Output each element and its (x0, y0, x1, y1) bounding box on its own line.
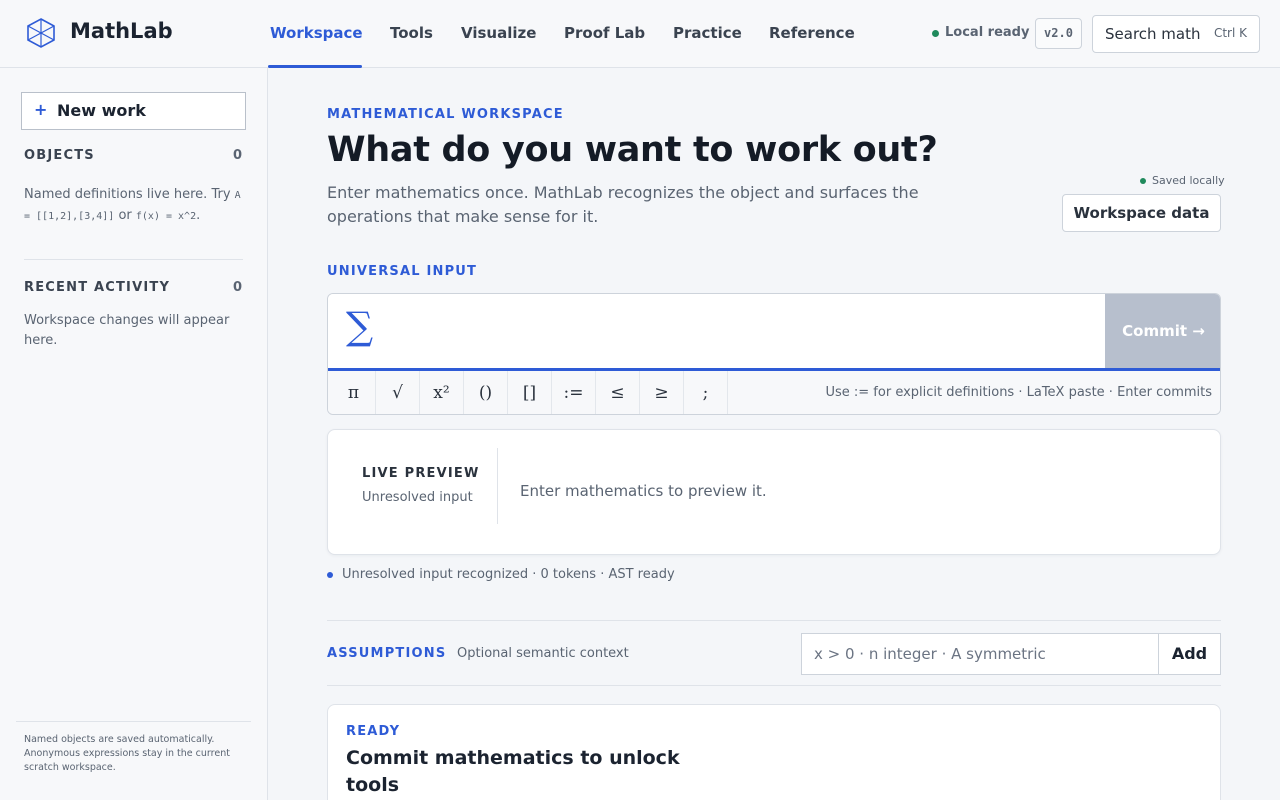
live-preview-card: LIVE PREVIEW Unresolved input Enter math… (327, 429, 1221, 555)
commit-button[interactable]: Commit → (1105, 294, 1220, 369)
parse-status: Unresolved input recognized · 0 tokens ·… (342, 567, 675, 582)
live-preview-text: Enter mathematics to preview it. (520, 482, 767, 500)
plus-icon: + (34, 100, 48, 119)
symbol-square-button[interactable]: x² (420, 371, 464, 414)
live-preview-subtitle: Unresolved input (362, 490, 473, 505)
saved-dot-icon (1140, 178, 1146, 184)
ready-label: READY (346, 724, 401, 739)
symbol-leq-button[interactable]: ≤ (596, 371, 640, 414)
universal-input-label: UNIVERSAL INPUT (327, 264, 478, 279)
active-nav-indicator (268, 65, 362, 68)
symbol-brackets-button[interactable]: [] (508, 371, 552, 414)
brand-name[interactable]: MathLab (70, 19, 173, 43)
ready-card: READY Commit mathematics to unlock tools (327, 704, 1221, 800)
top-bar: MathLab Workspace Tools Visualize Proof … (0, 0, 1280, 68)
symbol-toolbar: π √ x² () [] := ≤ ≥ ; Use := for explici… (328, 371, 1220, 414)
sigma-icon: ∑ (346, 304, 374, 348)
assumptions-row: ASSUMPTIONS Optional semantic context Ad… (327, 620, 1221, 686)
math-input[interactable] (388, 308, 1088, 354)
add-assumption-button[interactable]: Add (1158, 633, 1221, 675)
objects-help: Named definitions live here. Try A = [[1… (24, 187, 241, 223)
sidebar-footer-divider (16, 721, 251, 722)
example-function: f(x) = x^2 (135, 211, 197, 222)
universal-input-box: ∑ Commit → π √ x² () [] := ≤ ≥ ; Use := … (327, 293, 1221, 415)
status-dot-icon (932, 30, 939, 37)
sidebar: + New work OBJECTS 0 Named definitions l… (0, 68, 268, 800)
nav-workspace[interactable]: Workspace (270, 24, 363, 42)
live-preview-title: LIVE PREVIEW (362, 466, 480, 481)
nav-visualize[interactable]: Visualize (461, 24, 536, 42)
nav-tools[interactable]: Tools (390, 24, 433, 42)
symbol-pi-button[interactable]: π (332, 371, 376, 414)
symbol-geq-button[interactable]: ≥ (640, 371, 684, 414)
workspace-data-button[interactable]: Workspace data (1062, 194, 1221, 232)
saved-status: Saved locally (1152, 174, 1225, 187)
assumptions-subtitle: Optional semantic context (457, 646, 629, 661)
section-eyebrow: MATHEMATICAL WORKSPACE (327, 107, 564, 122)
preview-divider (497, 448, 498, 524)
assumptions-input[interactable] (801, 633, 1159, 675)
new-work-button[interactable]: + New work (21, 92, 246, 130)
math-input-area[interactable]: ∑ (328, 294, 1106, 369)
nav-proof-lab[interactable]: Proof Lab (564, 24, 645, 42)
local-status: Local ready (945, 25, 1030, 40)
search-button[interactable]: Search math Ctrl K (1092, 15, 1260, 53)
recent-activity-count: 0 (232, 280, 242, 295)
page-subtitle: Enter mathematics once. MathLab recogniz… (327, 183, 919, 226)
sidebar-divider (24, 259, 243, 260)
nav-reference[interactable]: Reference (769, 24, 855, 42)
page-title: What do you want to work out? (327, 130, 938, 170)
version-badge: v2.0 (1035, 18, 1082, 49)
new-work-label: New work (57, 101, 146, 120)
symbol-define-button[interactable]: := (552, 371, 596, 414)
recent-activity-help: Workspace changes will appear here. (24, 313, 230, 348)
recent-activity-heading: RECENT ACTIVITY (24, 280, 171, 295)
symbol-sqrt-button[interactable]: √ (376, 371, 420, 414)
objects-heading: OBJECTS (24, 148, 95, 163)
sidebar-footer-note: Named objects are saved automatically. A… (24, 734, 230, 773)
input-hint: Use := for explicit definitions · LaTeX … (825, 385, 1212, 400)
search-shortcut: Ctrl K (1213, 26, 1247, 40)
ready-title: Commit mathematics to unlock tools (346, 747, 680, 796)
parse-status-dot-icon (327, 572, 333, 578)
cube-logo-icon (27, 18, 55, 48)
nav-practice[interactable]: Practice (673, 24, 742, 42)
symbol-parens-button[interactable]: () (464, 371, 508, 414)
assumptions-label: ASSUMPTIONS (327, 646, 447, 661)
symbol-semicolon-button[interactable]: ; (684, 371, 728, 414)
search-label: Search math (1105, 25, 1201, 43)
objects-count: 0 (232, 148, 242, 163)
